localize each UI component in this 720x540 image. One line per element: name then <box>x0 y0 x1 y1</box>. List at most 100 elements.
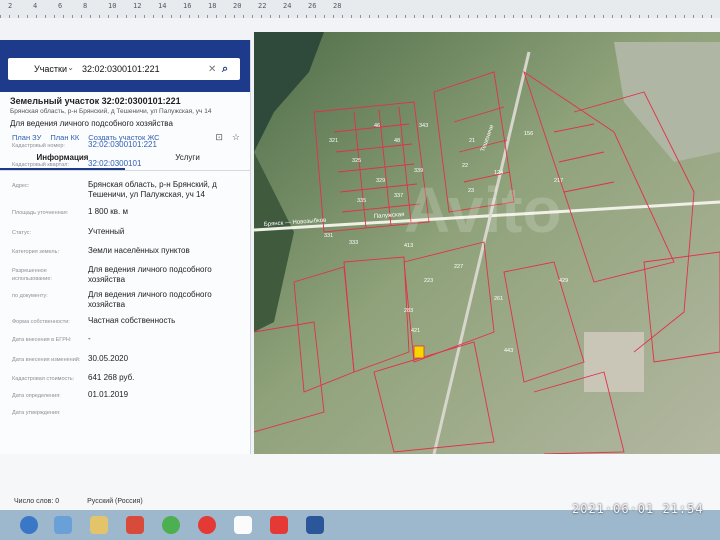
search-mode-select[interactable]: Участки ⌄ <box>8 63 74 74</box>
field-key: Кадастровый квартал: <box>12 162 69 168</box>
word-statusbar: Число слов: 0 Русский (Россия) <box>14 498 143 505</box>
field-key: Форма собственности: <box>12 319 70 325</box>
table-row: Форма собственности: Частная собственнос… <box>0 316 250 330</box>
field-key: по документу: <box>12 293 48 299</box>
parcel-number: 223 <box>424 278 433 284</box>
table-row: Кадастровый квартал: 32:02:0300101 <box>0 159 250 173</box>
field-key: Адрес: <box>12 183 30 189</box>
parcel-number: 261 <box>494 296 503 302</box>
field-key: Разрешенное использование: <box>12 268 52 282</box>
parcel-number: 429 <box>559 278 568 284</box>
opera-icon[interactable] <box>198 516 216 534</box>
field-value: 1 800 кв. м <box>88 207 128 216</box>
ie-icon[interactable] <box>54 516 72 534</box>
parcel-number: 46 <box>374 123 380 129</box>
search-box[interactable]: Участки ⌄ 32:02:0300101:221 ✕ ⌕ <box>8 58 240 80</box>
field-key: Дата утверждения: <box>12 410 61 416</box>
parcel-number: 421 <box>411 328 420 334</box>
ruler-tick-label: 4 <box>33 2 38 10</box>
media-icon[interactable] <box>126 516 144 534</box>
field-value: Брянская область, р-н Брянский, д Тешени… <box>88 180 217 199</box>
field-value: Учтенный <box>88 227 125 236</box>
field-key: Категория земель: <box>12 249 60 255</box>
app-icon[interactable] <box>270 516 288 534</box>
field-key: Дата внесения изменений: <box>12 357 81 363</box>
table-row: Адрес: Брянская область, р-н Брянский, д… <box>0 180 250 200</box>
parcel-title: Земельный участок 32:02:0300101:221 <box>10 96 181 106</box>
field-value: 01.01.2019 <box>88 390 129 399</box>
cadastral-map[interactable]: Брянск — Новозыбков Тешеничи Палужская 4… <box>254 32 720 454</box>
attribute-table: Кадастровый номер: 32:02:0300101:221 Кад… <box>0 140 250 421</box>
ruler-tick-label: 2 <box>8 2 13 10</box>
map-svg[interactable]: Брянск — Новозыбков Тешеничи Палужская 4… <box>254 32 720 454</box>
ruler-tick-label: 22 <box>258 2 267 10</box>
selected-parcel[interactable] <box>413 345 425 359</box>
yandex-icon[interactable] <box>234 516 252 534</box>
word-count: Число слов: 0 <box>14 498 60 505</box>
search-bar: Участки ⌄ 32:02:0300101:221 ✕ ⌕ <box>0 40 250 92</box>
field-key: Дата определения: <box>12 393 61 399</box>
word-icon[interactable] <box>306 516 324 534</box>
folder-icon[interactable] <box>90 516 108 534</box>
start-icon[interactable] <box>20 516 38 534</box>
ruler-tick-label: 12 <box>133 2 142 10</box>
parcel-number: 329 <box>376 178 385 184</box>
ruler-tick-label: 20 <box>233 2 242 10</box>
search-icon[interactable]: ⌕ <box>222 63 240 76</box>
ruler-tick-label: 8 <box>83 2 88 10</box>
parcel-number: 335 <box>357 198 366 204</box>
browser-content: Участки ⌄ 32:02:0300101:221 ✕ ⌕ Земельны… <box>0 18 720 510</box>
parcel-number: 156 <box>524 131 533 137</box>
table-row: Кадастровый номер: 32:02:0300101:221 <box>0 140 250 154</box>
field-value: 30.05.2020 <box>88 354 129 363</box>
chrome-icon[interactable] <box>162 516 180 534</box>
field-value[interactable]: 32:02:0300101 <box>88 159 250 169</box>
photo-timestamp: 2021·06·01 21:54 <box>572 502 704 516</box>
field-value: Земли населённых пунктов <box>88 246 190 255</box>
industrial-area <box>584 332 644 392</box>
ruler-tick-label: 18 <box>208 2 217 10</box>
ruler-tick-label: 26 <box>308 2 317 10</box>
field-value: Для ведения личного подсобного хозяйства <box>88 265 212 284</box>
parcel-purpose: Для ведения личного подсобного хозяйства <box>10 119 173 128</box>
parcel-number: 227 <box>454 264 463 270</box>
table-row: Площадь уточненная: 1 800 кв. м <box>0 207 250 221</box>
parcel-number: 333 <box>349 240 358 246</box>
chevron-down-icon[interactable]: ⌄ <box>67 63 74 72</box>
table-row: Дата внесения изменений: 30.05.2020 <box>0 354 250 368</box>
parcel-number: 343 <box>419 123 428 129</box>
table-row: Дата определения: 01.01.2019 <box>0 390 250 404</box>
parcel-number: 22 <box>462 163 468 169</box>
ruler-tick-label: 24 <box>283 2 292 10</box>
table-row: Дата внесения в ЕГРН: - <box>0 334 250 348</box>
language-indicator[interactable]: Русский (Россия) <box>87 498 143 505</box>
field-value: - <box>88 334 91 343</box>
ruler-tick-label: 14 <box>158 2 167 10</box>
document-ruler: 2 4 6 8 10 12 14 16 18 20 22 24 26 28 <box>0 0 720 19</box>
field-value: Частная собственность <box>88 316 176 325</box>
info-panel: Участки ⌄ 32:02:0300101:221 ✕ ⌕ Земельны… <box>0 40 251 510</box>
field-key: Кадастровая стоимость: <box>12 376 75 382</box>
close-icon[interactable]: ✕ <box>208 64 222 75</box>
ruler-tick-label: 28 <box>333 2 342 10</box>
ruler-tick-label: 16 <box>183 2 192 10</box>
watermark-avito: Avito <box>404 174 562 246</box>
table-row: Кадастровая стоимость: 641 268 руб. <box>0 373 250 387</box>
parcel-number: 283 <box>404 308 413 314</box>
parcel-number: 337 <box>394 193 403 199</box>
table-row: Статус: Учтенный <box>0 227 250 241</box>
parcel-number: 331 <box>324 233 333 239</box>
table-row: Разрешенное использование: Для ведения л… <box>0 265 250 285</box>
table-row: Категория земель: Земли населённых пункт… <box>0 246 250 260</box>
parcel-address: Брянская область, р-н Брянский, д Тешени… <box>10 108 212 115</box>
field-key: Площадь уточненная: <box>12 210 69 216</box>
search-input[interactable]: 32:02:0300101:221 <box>74 64 208 74</box>
field-key: Дата внесения в ЕГРН: <box>12 337 72 343</box>
parcel-number: 21 <box>469 138 475 144</box>
search-mode-label: Участки <box>34 64 67 74</box>
ruler-tick-label: 10 <box>108 2 117 10</box>
field-value: Для ведения личного подсобного хозяйства <box>88 290 212 309</box>
parcel-number: 325 <box>352 158 361 164</box>
field-value[interactable]: 32:02:0300101:221 <box>88 140 250 150</box>
table-row: по документу: Для ведения личного подсоб… <box>0 290 250 310</box>
